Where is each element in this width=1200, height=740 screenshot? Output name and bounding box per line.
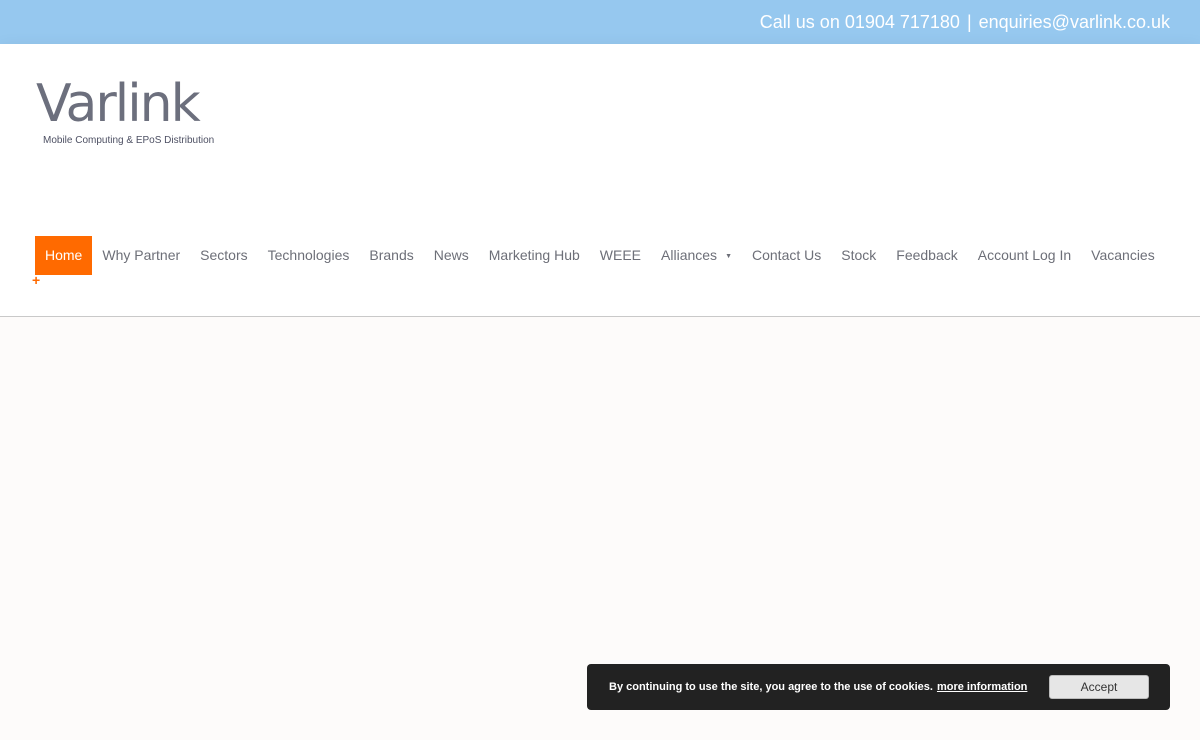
nav-item-technologies[interactable]: Technologies: [258, 236, 360, 275]
nav-item-feedback[interactable]: Feedback: [886, 236, 967, 275]
nav-item-weee[interactable]: WEEE: [590, 236, 651, 275]
nav-item-label: Account Log In: [977, 247, 1072, 263]
nav-item-why-partner[interactable]: Why Partner: [92, 236, 190, 275]
plus-icon[interactable]: +: [32, 272, 40, 288]
nav-item-brands[interactable]: Brands: [359, 236, 423, 275]
logo-tagline: Mobile Computing & EPoS Distribution: [43, 135, 215, 146]
logo-wordmark: Varlink: [36, 74, 201, 134]
phone-text[interactable]: Call us on 01904 717180: [760, 12, 960, 33]
nav-item-label: Technologies: [267, 247, 350, 263]
cookie-consent-bar: By continuing to use the site, you agree…: [587, 664, 1170, 710]
more-information-link[interactable]: more information: [937, 681, 1027, 693]
accept-button[interactable]: Accept: [1049, 675, 1149, 699]
nav-item-label: Sectors: [200, 247, 248, 263]
site-header: Varlink Mobile Computing & EPoS Distribu…: [0, 44, 1200, 317]
nav-item-sectors[interactable]: Sectors: [190, 236, 257, 275]
varlink-logo[interactable]: Varlink Mobile Computing & EPoS Distribu…: [36, 78, 236, 158]
nav-item-alliances[interactable]: Alliances ▼: [651, 236, 742, 275]
nav-item-label: Why Partner: [102, 247, 181, 263]
dropdown-caret-icon: ▼: [725, 252, 732, 260]
nav-item-news[interactable]: News: [424, 236, 479, 275]
nav-item-label: Brands: [369, 247, 414, 263]
nav-item-marketing-hub[interactable]: Marketing Hub: [479, 236, 590, 275]
nav-item-vacancies[interactable]: Vacancies: [1081, 236, 1165, 275]
main-nav: Home Why Partner Sectors Technologies Br…: [35, 236, 1165, 275]
nav-item-label: Stock: [841, 247, 877, 263]
nav-item-label: Contact Us: [752, 247, 822, 263]
top-contact-bar: Call us on 01904 717180 | enquiries@varl…: [0, 0, 1200, 44]
topbar-separator: |: [966, 11, 972, 32]
nav-item-contact-us[interactable]: Contact Us: [742, 236, 831, 275]
cookie-message: By continuing to use the site, you agree…: [609, 681, 933, 693]
nav-item-label: WEEE: [599, 247, 642, 263]
nav-item-label: News: [433, 247, 469, 263]
nav-item-account-log-in[interactable]: Account Log In: [968, 236, 1081, 275]
nav-item-label: Feedback: [896, 247, 958, 263]
nav-item-label: Alliances: [661, 247, 718, 263]
nav-item-stock[interactable]: Stock: [831, 236, 886, 275]
nav-item-home[interactable]: Home: [35, 236, 93, 275]
nav-item-label: Home: [45, 247, 83, 263]
nav-item-label: Marketing Hub: [488, 247, 580, 263]
email-link[interactable]: enquiries@varlink.co.uk: [979, 12, 1170, 33]
nav-item-label: Vacancies: [1091, 247, 1155, 263]
